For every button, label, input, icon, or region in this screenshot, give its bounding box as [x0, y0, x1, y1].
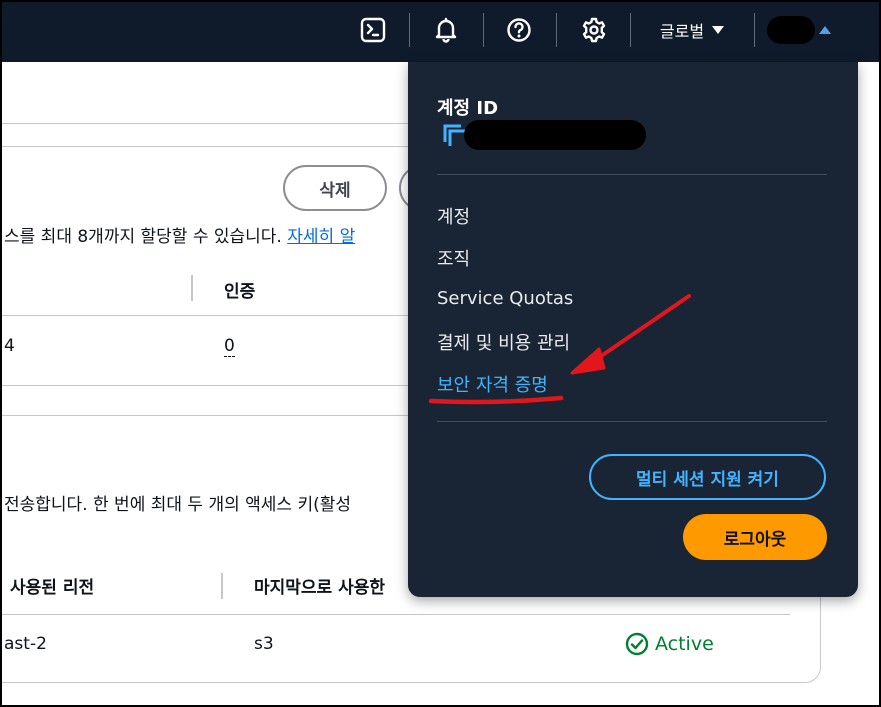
nav-separator [483, 13, 484, 47]
menu-item-account[interactable]: 계정 [437, 203, 470, 229]
status-text: Active [655, 633, 714, 655]
help-button[interactable] [501, 12, 537, 48]
menu-divider [437, 174, 827, 175]
column-header-last-region: 사용된 리전 [10, 578, 95, 598]
account-dropdown-menu: 계정 ID 계정 조직 Service Quotas 결제 및 비용 관리 보안… [408, 62, 858, 597]
menu-item-billing[interactable]: 결제 및 비용 관리 [437, 329, 570, 355]
access-key-note: 전송합니다. 한 번에 최대 두 개의 액세스 키(활성 [4, 495, 352, 515]
caret-down-icon [712, 26, 725, 34]
cloudshell-button[interactable] [355, 12, 391, 48]
column-separator [191, 275, 193, 301]
check-circle-icon [625, 632, 649, 656]
table-header-divider [0, 614, 790, 615]
region-selector[interactable]: 글로벌 [652, 12, 732, 48]
learn-more-link[interactable]: 자세히 알 [287, 227, 355, 247]
sign-out-button[interactable]: 로그아웃 [683, 514, 827, 560]
nav-separator [409, 13, 410, 47]
account-id-label: 계정 ID [437, 98, 499, 119]
notifications-button[interactable] [428, 12, 464, 48]
menu-item-organizations[interactable]: 조직 [437, 245, 470, 271]
delete-button[interactable]: 삭제 [283, 165, 387, 211]
multi-session-button[interactable]: 멀티 세션 지원 켜기 [589, 454, 826, 500]
divider [0, 123, 408, 124]
column-header-last-used: 마지막으로 사용한 [254, 578, 386, 598]
nav-separator [754, 13, 755, 47]
account-menu-button[interactable] [764, 12, 834, 48]
cell-service: s3 [254, 634, 274, 654]
auth-count[interactable]: 0 [224, 336, 235, 357]
menu-item-security-credentials[interactable]: 보안 자격 증명 [437, 371, 548, 397]
menu-divider [437, 421, 827, 422]
row-value-left: 4 [4, 336, 15, 356]
cloudshell-icon [360, 17, 386, 43]
help-icon [507, 18, 531, 42]
status-badge: Active [625, 632, 714, 656]
region-label: 글로벌 [659, 22, 705, 41]
column-separator [221, 573, 223, 599]
caret-up-icon [819, 26, 831, 34]
column-header-auth: 인증 [224, 282, 256, 302]
table-header-divider [0, 315, 408, 316]
nav-separator [556, 13, 557, 47]
cell-region: ast-2 [4, 634, 47, 654]
nav-separator [630, 13, 631, 47]
mfa-note-text: 스를 최대 8개까지 할당할 수 있습니다. [4, 227, 282, 247]
settings-button[interactable] [576, 12, 612, 48]
account-id-redacted [464, 120, 646, 150]
top-navigation-bar: 글로벌 [0, 0, 881, 62]
account-name-redacted [767, 16, 815, 44]
mfa-note: 스를 최대 8개까지 할당할 수 있습니다. 자세히 알 [4, 222, 355, 247]
bell-icon [435, 17, 457, 43]
menu-item-service-quotas[interactable]: Service Quotas [437, 288, 573, 309]
gear-icon [582, 17, 606, 43]
